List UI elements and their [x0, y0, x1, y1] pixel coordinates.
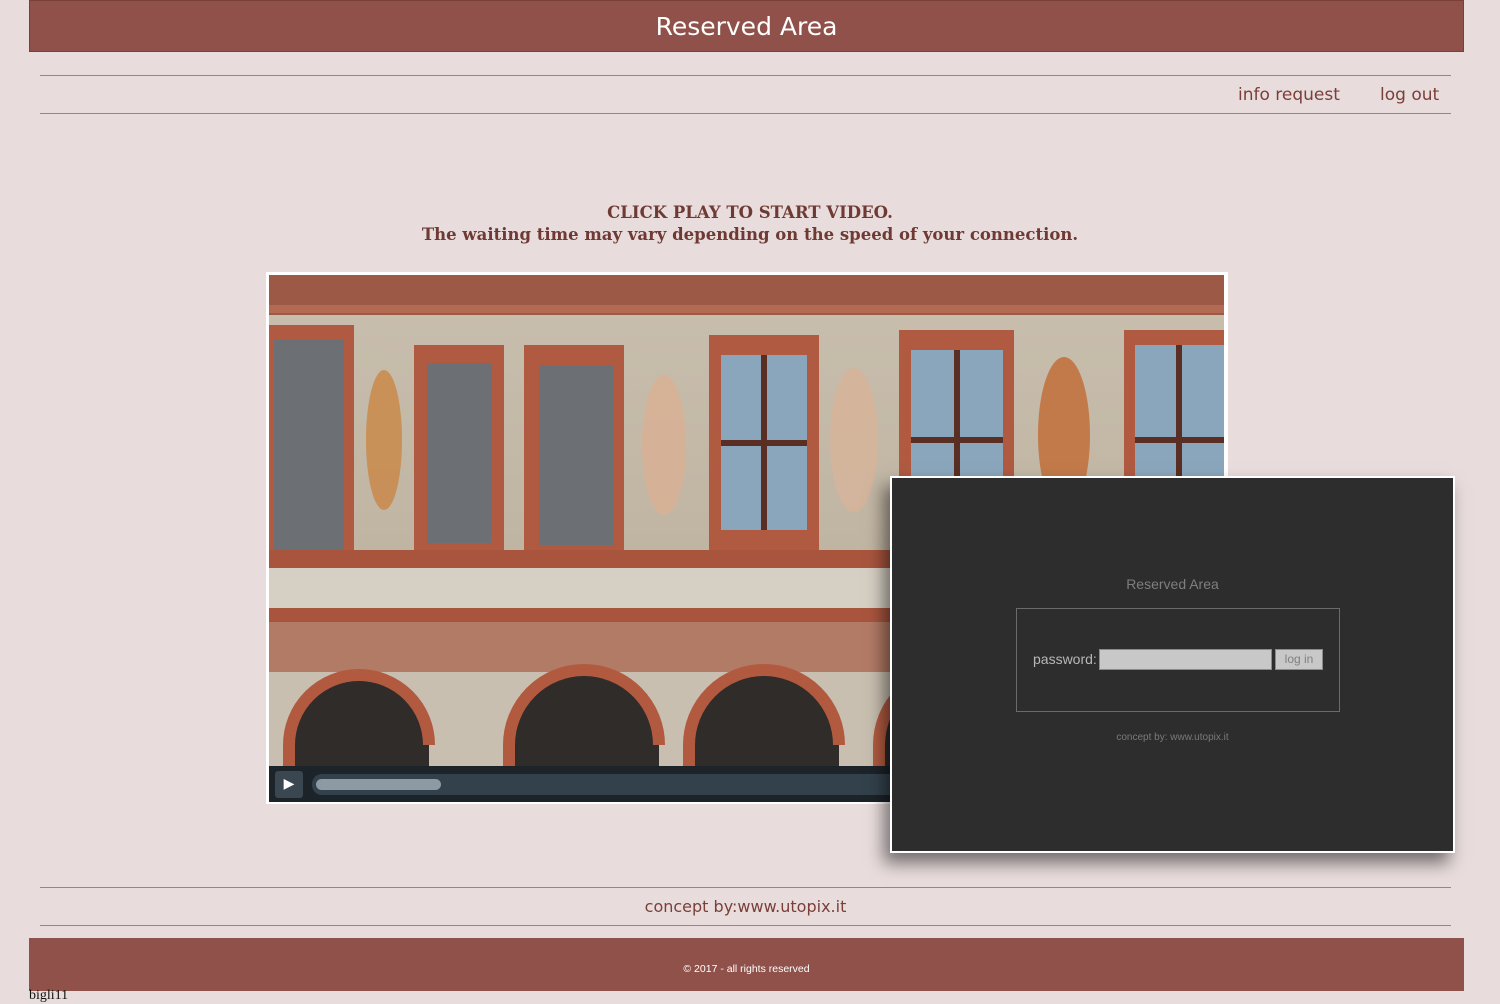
video-notice: CLICK PLAY TO START VIDEO. The waiting t…: [0, 202, 1500, 246]
page-title: Reserved Area: [655, 12, 838, 41]
footer-bar: © 2017 - all rights reserved: [29, 938, 1464, 991]
info-request-link[interactable]: info request: [1238, 85, 1340, 105]
stray-text: bigli11: [29, 988, 69, 1003]
login-form: password: log in: [1016, 608, 1340, 712]
login-button[interactable]: log in: [1275, 649, 1323, 670]
notice-line-2: The waiting time may vary depending on t…: [421, 225, 1079, 244]
login-dialog: Reserved Area password: log in concept b…: [890, 476, 1455, 853]
password-input[interactable]: [1099, 649, 1272, 670]
top-nav: info request log out: [40, 75, 1451, 114]
notice-line-1: CLICK PLAY TO START VIDEO.: [607, 203, 893, 222]
play-icon: ▶: [283, 776, 295, 792]
header-bar: Reserved Area: [29, 0, 1464, 52]
footer-concept-text: concept by:www.utopix.it: [644, 897, 847, 916]
play-button[interactable]: ▶: [275, 771, 303, 798]
footer-concept: concept by:www.utopix.it: [40, 887, 1451, 926]
buffer-progress: [316, 779, 441, 790]
login-credit: concept by: www.utopix.it: [1116, 732, 1229, 743]
log-out-link[interactable]: log out: [1380, 85, 1439, 105]
login-title: Reserved Area: [1126, 576, 1219, 592]
password-label: password:: [1033, 651, 1097, 667]
copyright-text: © 2017 - all rights reserved: [683, 963, 810, 975]
